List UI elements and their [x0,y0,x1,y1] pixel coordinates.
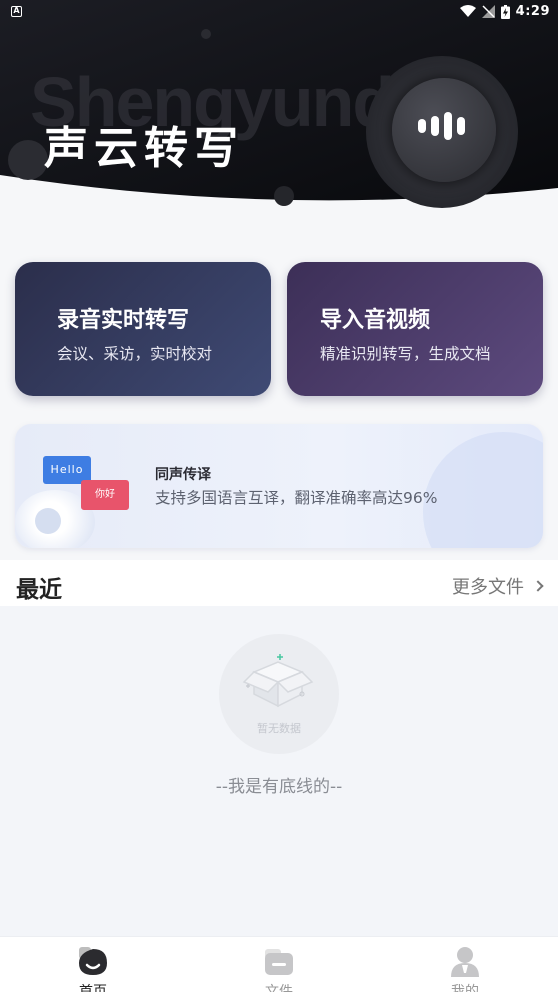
nav-label: 文件 [265,984,293,992]
voice-bars-icon [418,112,465,140]
card-title: 导入音视频 [320,308,431,333]
nav-files[interactable]: 文件 [219,937,339,992]
status-bar: A 4:29 [0,0,558,24]
home-icon [79,947,107,975]
app-title: 声云转写 [44,123,244,174]
card-title: 录音实时转写 [57,308,190,333]
recent-list: 暂无数据 --我是有底线的-- [0,606,558,936]
wifi-icon [459,5,476,17]
banner-subtitle: 支持多国语言互译，翻译准确率高达96% [155,489,438,507]
no-signal-icon [481,5,495,18]
recent-title: 最近 [16,577,62,603]
empty-box-icon [242,654,314,708]
app-notification-icon: A [11,6,22,17]
end-of-list-text: --我是有底线的-- [215,777,343,797]
more-files-label: 更多文件 [452,577,524,598]
recent-header: 最近 更多文件 [0,560,558,606]
planet-core [35,508,61,534]
nav-label: 首页 [79,984,107,992]
nav-home[interactable]: 首页 [33,937,153,992]
simultaneous-translation-banner[interactable]: Hello 你好 同声传译 支持多国语言互译，翻译准确率高达96% [15,424,543,548]
chevron-right-icon [532,580,544,592]
realtime-record-card[interactable]: 录音实时转写 会议、采访，实时校对 [15,262,271,396]
nav-label: 我的 [451,984,479,992]
import-media-card[interactable]: 导入音视频 精准识别转写，生成文档 [287,262,543,396]
user-icon [451,947,479,977]
battery-charging-icon [500,4,510,19]
card-subtitle: 会议、采访，实时校对 [57,345,213,363]
empty-state-text: 暂无数据 [257,722,301,735]
hero-banner: Shengyund 声云转写 [0,0,558,230]
decor-circle [423,432,543,548]
banner-title: 同声传译 [155,467,211,483]
clock: 4:29 [515,4,550,19]
bottom-navigation: 首页 文件 我的 [0,936,558,992]
more-files-link[interactable]: 更多文件 [452,573,544,599]
folder-icon [265,949,293,975]
nihao-bubble-icon: 你好 [81,480,129,510]
nav-mine[interactable]: 我的 [405,937,525,992]
card-subtitle: 精准识别转写，生成文档 [320,345,491,363]
